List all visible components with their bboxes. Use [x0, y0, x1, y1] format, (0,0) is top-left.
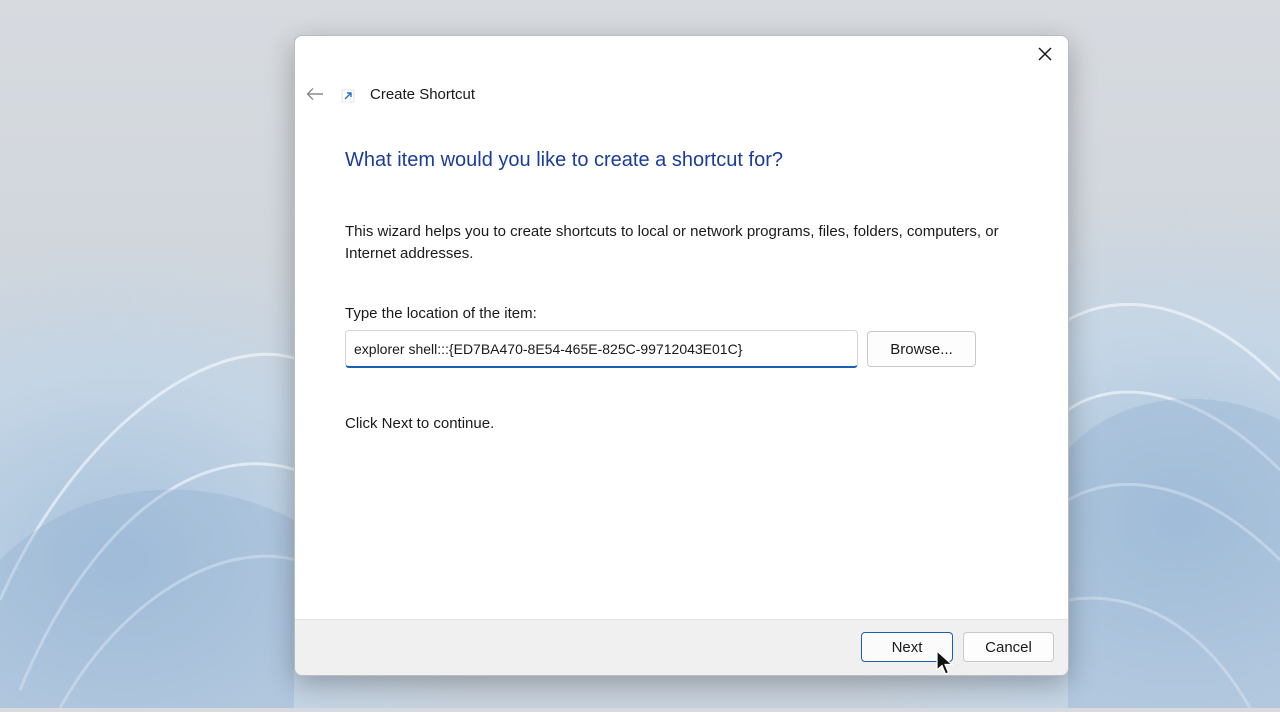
close-button[interactable] [1022, 36, 1068, 72]
wizard-heading: What item would you like to create a sho… [345, 149, 783, 171]
dialog-footer: Next Cancel [295, 619, 1068, 675]
location-input[interactable] [345, 330, 858, 368]
cancel-button[interactable]: Cancel [963, 632, 1054, 662]
back-arrow-icon [306, 88, 323, 100]
back-button[interactable] [303, 82, 327, 106]
window-title: Create Shortcut [370, 86, 476, 103]
create-shortcut-dialog: Create Shortcut What item would you like… [294, 35, 1069, 676]
location-label: Type the location of the item: [345, 305, 537, 322]
close-icon [1038, 47, 1052, 61]
continue-hint: Click Next to continue. [345, 415, 495, 432]
browse-button[interactable]: Browse... [867, 331, 976, 367]
shortcut-icon [341, 89, 355, 103]
next-button[interactable]: Next [861, 632, 953, 662]
wizard-description: This wizard helps you to create shortcut… [345, 223, 999, 262]
